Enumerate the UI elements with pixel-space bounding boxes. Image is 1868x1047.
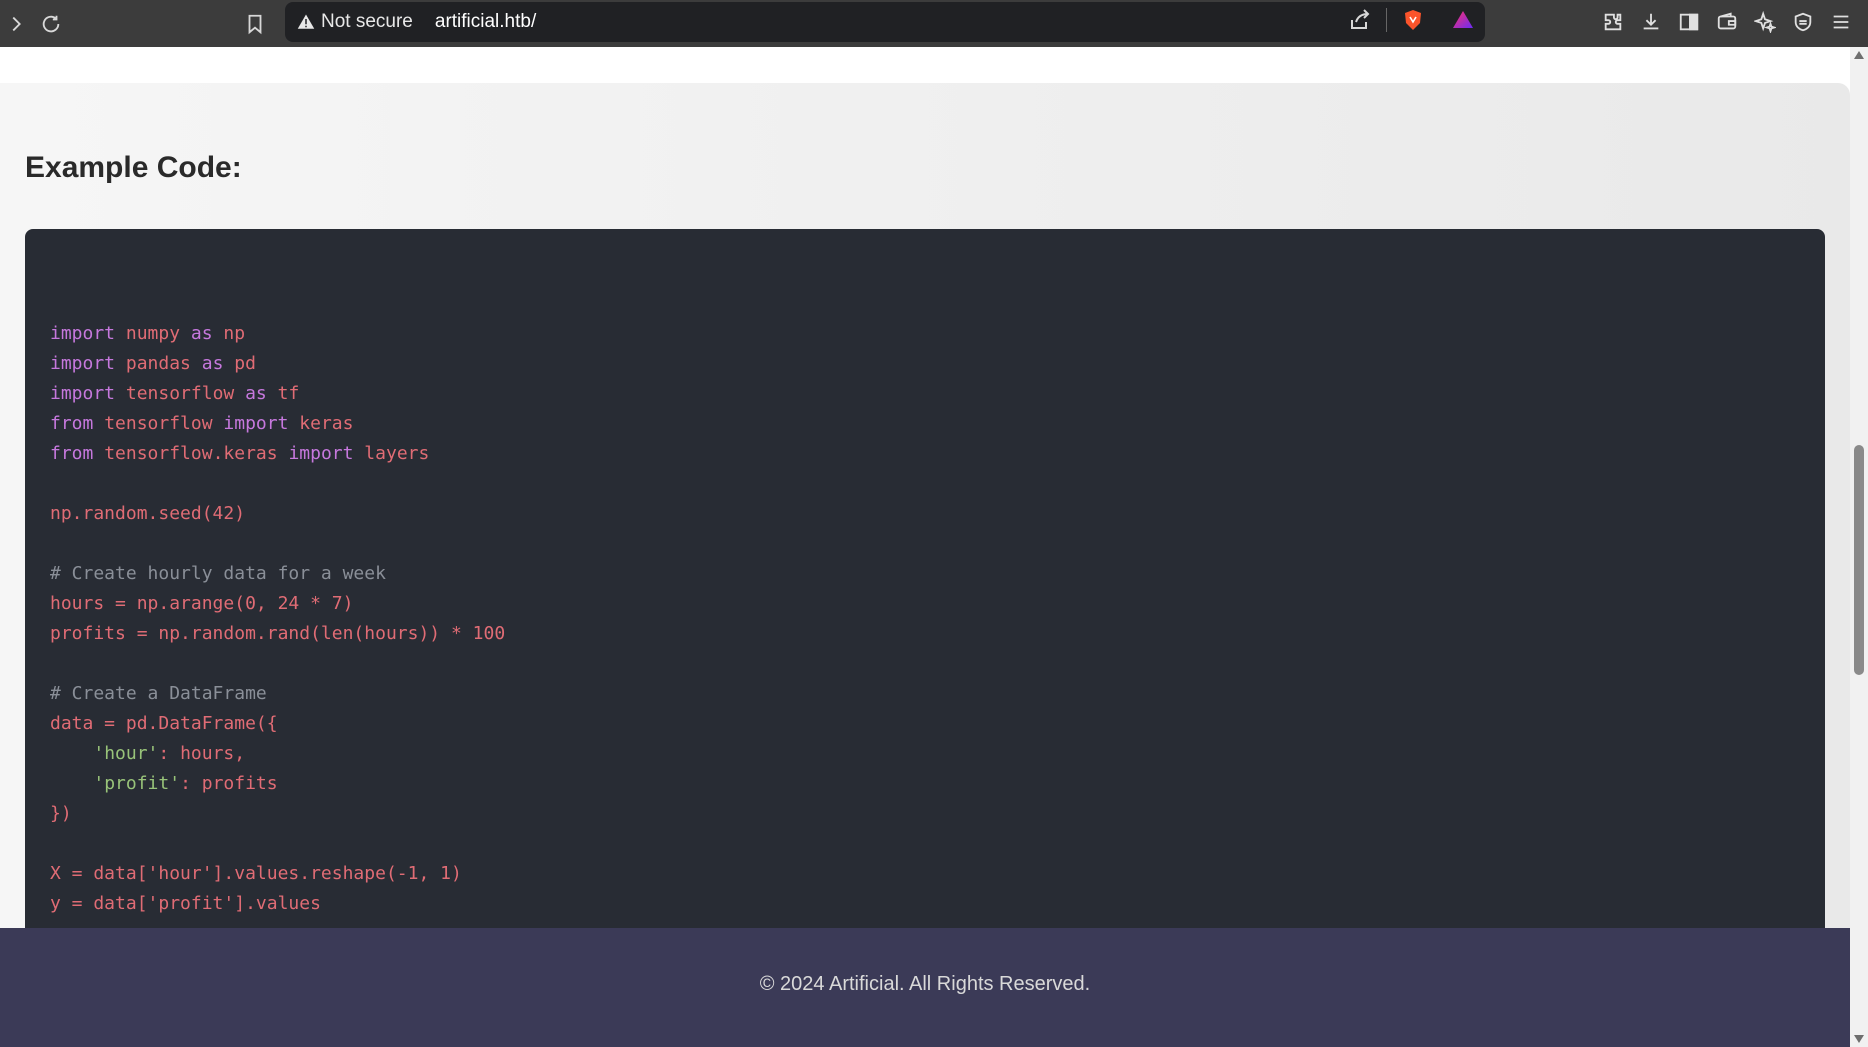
share-icon[interactable] bbox=[1348, 8, 1372, 32]
security-label[interactable]: Not secure bbox=[321, 11, 413, 33]
divider bbox=[1386, 8, 1387, 32]
page-viewport: Example Code: import numpy as np import p… bbox=[0, 47, 1850, 1047]
scroll-down-arrow-icon[interactable] bbox=[1854, 1035, 1864, 1043]
bookmark-icon[interactable] bbox=[239, 8, 271, 40]
wallet-icon[interactable] bbox=[1714, 8, 1740, 36]
menu-icon[interactable] bbox=[1828, 8, 1854, 36]
code-line: data = pd.DataFrame({ bbox=[50, 713, 278, 734]
code-line: y = data['profit'].values bbox=[50, 893, 321, 914]
code-line: import pandas as pd bbox=[50, 353, 256, 374]
footer: © 2024 Artificial. All Rights Reserved. bbox=[0, 928, 1850, 1047]
code-line: 'hour': hours, bbox=[93, 743, 246, 764]
address-bar[interactable]: Not secure artificial.htb/ bbox=[285, 2, 1485, 42]
code-line: import tensorflow as tf bbox=[50, 383, 300, 404]
code-line: 'profit': profits bbox=[93, 773, 278, 794]
section-heading: Example Code: bbox=[25, 151, 242, 184]
example-code-section: Example Code: import numpy as np import p… bbox=[0, 83, 1850, 1029]
sidebar-icon[interactable] bbox=[1676, 8, 1702, 36]
url-text[interactable]: artificial.htb/ bbox=[435, 11, 536, 33]
code-line: X = data['hour'].values.reshape(-1, 1) bbox=[50, 863, 462, 884]
code-line: from tensorflow import keras bbox=[50, 413, 354, 434]
scroll-thumb[interactable] bbox=[1854, 445, 1864, 675]
code-line: hours = np.arange(0, 24 * 7) bbox=[50, 593, 354, 614]
brave-rewards-icon[interactable] bbox=[1451, 8, 1475, 32]
code-line: # Create hourly data for a week bbox=[50, 563, 386, 584]
code-block: import numpy as np import pandas as pd imp… bbox=[25, 229, 1825, 1029]
download-icon[interactable] bbox=[1638, 8, 1664, 36]
forward-arrow-icon[interactable] bbox=[0, 8, 32, 40]
copyright-text: © 2024 Artificial. All Rights Reserved. bbox=[759, 973, 1091, 995]
reload-icon[interactable] bbox=[35, 8, 67, 40]
code-line: from tensorflow.keras import layers bbox=[50, 443, 430, 464]
code-line: import numpy as np bbox=[50, 323, 246, 344]
browser-toolbar: Not secure artificial.htb/ bbox=[0, 0, 1868, 47]
code-content: import numpy as np import pandas as pd imp… bbox=[50, 289, 505, 1009]
vertical-scrollbar[interactable] bbox=[1850, 47, 1868, 1047]
code-line: # Create a DataFrame bbox=[50, 683, 267, 704]
scroll-up-arrow-icon[interactable] bbox=[1854, 51, 1864, 59]
code-line: profits = np.random.rand(len(hours)) * 1… bbox=[50, 623, 506, 644]
code-line: np.random.seed(42) bbox=[50, 503, 246, 524]
extensions-icon[interactable] bbox=[1600, 8, 1626, 36]
vpn-shield-icon[interactable] bbox=[1790, 8, 1816, 36]
brave-shield-icon[interactable] bbox=[1401, 8, 1425, 32]
leo-ai-icon[interactable] bbox=[1752, 8, 1778, 36]
code-line: }) bbox=[50, 803, 72, 824]
warning-icon bbox=[297, 14, 315, 29]
